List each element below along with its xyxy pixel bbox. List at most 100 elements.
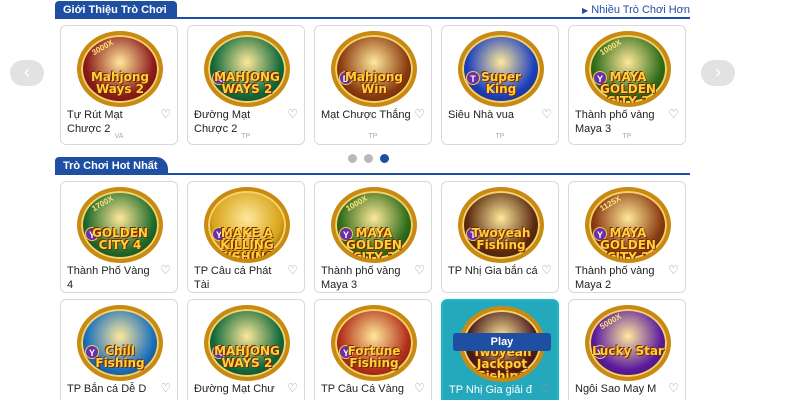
game-thumbnail[interactable]: 1125X Y MAYA GOLDEN CITY 2 — [577, 187, 679, 263]
heart-icon[interactable]: ♡ — [541, 264, 552, 277]
game-coin-art: Y Chill Fishing — [77, 305, 163, 381]
game-card[interactable]: Twoyeah Jackpot Fishing Play TP Nhị Gia gi… — [441, 299, 559, 400]
game-card[interactable]: 1000X Y MAYA GOLDEN CITY 3 Thành phố vàng M… — [314, 181, 432, 293]
provider-label: TP — [241, 133, 251, 140]
multiplier-label: 3000X — [90, 37, 115, 58]
heart-icon[interactable]: ♡ — [287, 382, 298, 395]
chevron-left-icon: ‹ — [24, 62, 30, 82]
carousel-next-button[interactable]: › — [701, 60, 735, 86]
heart-icon[interactable]: ♡ — [668, 264, 679, 277]
game-coin-art: 1125X Y MAYA GOLDEN CITY 2 — [585, 187, 671, 263]
hot-section-tab: Trò Chơi Hot Nhất — [55, 157, 168, 175]
heart-icon[interactable]: ♡ — [414, 382, 425, 395]
heart-icon[interactable]: ♡ — [287, 108, 298, 121]
game-thumbnail[interactable]: A MAHJONG WAYS 2 — [196, 31, 298, 107]
provider-label: TP — [368, 133, 378, 140]
game-logo-text: GOLDEN CITY 4 — [92, 226, 148, 252]
game-coin-art: 1700X Y GOLDEN CITY 4 — [77, 187, 163, 263]
game-thumbnail[interactable]: T Super King — [450, 31, 552, 107]
game-title: TP Nhị Gia bắn cá — [448, 265, 538, 277]
game-title: TP Bắn cá Dễ D — [67, 383, 147, 395]
game-logo-text: Twoyeah Fishing — [471, 226, 531, 252]
game-title: Tự Rút Mạt Chược 2 — [67, 109, 123, 135]
game-title: Mạt Chược Thắng — [321, 109, 411, 121]
game-title: TP Câu Cá Vàng — [321, 383, 404, 395]
game-thumbnail[interactable]: 3000X Mahjong Ways 2 — [69, 31, 171, 107]
game-coin-art: 1000X Y MAYA GOLDEN CITY 3 — [585, 31, 671, 107]
heart-icon[interactable]: ♡ — [160, 264, 171, 277]
game-card[interactable]: 1700X Y GOLDEN CITY 4 Thành Phố Vàng 4 ♡ — [60, 181, 178, 293]
game-logo-text: MAHJONG WAYS 2 — [214, 344, 280, 370]
game-card[interactable]: Y Fortune Fishing TP Câu Cá Vàng ♡ — [314, 299, 432, 400]
heart-icon[interactable]: ♡ — [541, 108, 552, 121]
game-coin-art: T Super King — [458, 31, 544, 107]
game-card[interactable]: 5000X Y Lucky Star Ngôi Sao May M ♡ — [568, 299, 686, 400]
intro-section-header: Giới Thiệu Trò Chơi ▶ Nhiều Trò Chơi Hơn — [55, 1, 690, 19]
heart-icon[interactable]: ♡ — [668, 382, 679, 395]
game-card[interactable]: A MAHJONG WAYS 2 Đường Mạt Chư ♡ — [187, 299, 305, 400]
game-logo-text: Fortune Fishing — [347, 344, 401, 370]
game-title: TP Nhị Gia giải đ — [449, 384, 532, 396]
heart-icon[interactable]: ♡ — [160, 108, 171, 121]
game-card[interactable]: D Mahjong Win Mạt Chược Thắng ♡ TP — [314, 25, 432, 145]
game-title: Thành phố vàng Maya 3 — [575, 109, 655, 135]
game-title: Ngôi Sao May M — [575, 383, 657, 395]
hot-section-header: Trò Chơi Hot Nhất — [55, 157, 690, 175]
game-card[interactable]: 1000X Y MAYA GOLDEN CITY 3 Thành phố vàng M… — [568, 25, 686, 145]
game-thumbnail[interactable]: Y Chill Fishing — [69, 305, 171, 381]
game-thumbnail[interactable]: T Twoyeah Fishing — [450, 187, 552, 263]
game-coin-art: T Twoyeah Fishing — [458, 187, 544, 263]
game-card[interactable]: 1125X Y MAYA GOLDEN CITY 2 Thành phố vàng M… — [568, 181, 686, 293]
heart-icon[interactable]: ♡ — [287, 264, 298, 277]
game-logo-text: MAHJONG WAYS 2 — [214, 70, 280, 96]
game-thumbnail[interactable]: A MAHJONG WAYS 2 — [196, 305, 298, 381]
game-coin-art: 3000X Mahjong Ways 2 — [77, 31, 163, 107]
game-card[interactable]: Y Chill Fishing TP Bắn cá Dễ D ♡ — [60, 299, 178, 400]
game-card[interactable]: T Super King Siêu Nhà vua ♡ TP — [441, 25, 559, 145]
heart-icon[interactable]: ♡ — [540, 383, 551, 396]
game-coin-art: A MAHJONG WAYS 2 — [204, 31, 290, 107]
triangle-right-icon: ▶ — [582, 6, 589, 15]
game-card[interactable]: T Twoyeah Fishing TP Nhị Gia bắn cá ♡ — [441, 181, 559, 293]
game-coin-art: 5000X Y Lucky Star — [585, 305, 671, 381]
game-coin-art: 1000X Y MAYA GOLDEN CITY 3 — [331, 187, 417, 263]
game-thumbnail[interactable]: 1000X Y MAYA GOLDEN CITY 3 — [323, 187, 425, 263]
game-logo-text: Mahjong Ways 2 — [90, 70, 150, 96]
heart-icon[interactable]: ♡ — [160, 382, 171, 395]
multiplier-label: 1000X — [598, 37, 623, 58]
provider-label: TP — [622, 133, 632, 140]
heart-icon[interactable]: ♡ — [668, 108, 679, 121]
game-thumbnail[interactable]: 1000X Y MAYA GOLDEN CITY 3 — [577, 31, 679, 107]
carousel-prev-button[interactable]: ‹ — [10, 60, 44, 86]
game-title: Thành phố vàng Maya 3 — [321, 265, 401, 291]
game-thumbnail[interactable]: Y MAKE A KILLING FISHING — [196, 187, 298, 263]
multiplier-label: 1000X — [344, 193, 369, 214]
game-card[interactable]: 3000X Mahjong Ways 2 Tự Rút Mạt Chược 2 ♡ VA — [60, 25, 178, 145]
game-card[interactable]: Y MAKE A KILLING FISHING TP Câu cá Phát Tà… — [187, 181, 305, 293]
game-logo-text: Lucky Star — [592, 344, 664, 358]
game-thumbnail[interactable]: 5000X Y Lucky Star — [577, 305, 679, 381]
multiplier-label: 1700X — [90, 193, 115, 214]
game-logo-text: MAYA GOLDEN CITY 2 — [600, 226, 656, 263]
game-logo-text: Twoyeah Jackpot Fishing — [472, 345, 532, 382]
heart-icon[interactable]: ♡ — [414, 264, 425, 277]
play-button[interactable]: Play — [453, 333, 551, 351]
game-logo-text: Super King — [481, 70, 521, 96]
game-title: Siêu Nhà vua — [448, 109, 515, 121]
provider-label: TP — [495, 133, 505, 140]
game-logo-text: MAKE A KILLING FISHING — [219, 226, 275, 263]
game-thumbnail[interactable]: Y Fortune Fishing — [323, 305, 425, 381]
game-coin-art: A MAHJONG WAYS 2 — [204, 305, 290, 381]
game-logo-text: MAYA GOLDEN CITY 3 — [600, 70, 656, 107]
game-title: Đường Mạt Chược 2 — [194, 109, 251, 135]
game-title: Đường Mạt Chư — [194, 383, 275, 395]
more-games-label: Nhiều Trò Chơi Hơn — [591, 4, 690, 16]
intro-section-tab: Giới Thiệu Trò Chơi — [55, 1, 177, 19]
more-games-link[interactable]: ▶ Nhiều Trò Chơi Hơn — [582, 3, 690, 18]
heart-icon[interactable]: ♡ — [414, 108, 425, 121]
multiplier-label: 1125X — [598, 193, 623, 214]
game-thumbnail[interactable]: 1700X Y GOLDEN CITY 4 — [69, 187, 171, 263]
game-card[interactable]: A MAHJONG WAYS 2 Đường Mạt Chược 2 ♡ TP — [187, 25, 305, 145]
game-thumbnail[interactable]: D Mahjong Win — [323, 31, 425, 107]
game-coin-art: Y MAKE A KILLING FISHING — [204, 187, 290, 263]
